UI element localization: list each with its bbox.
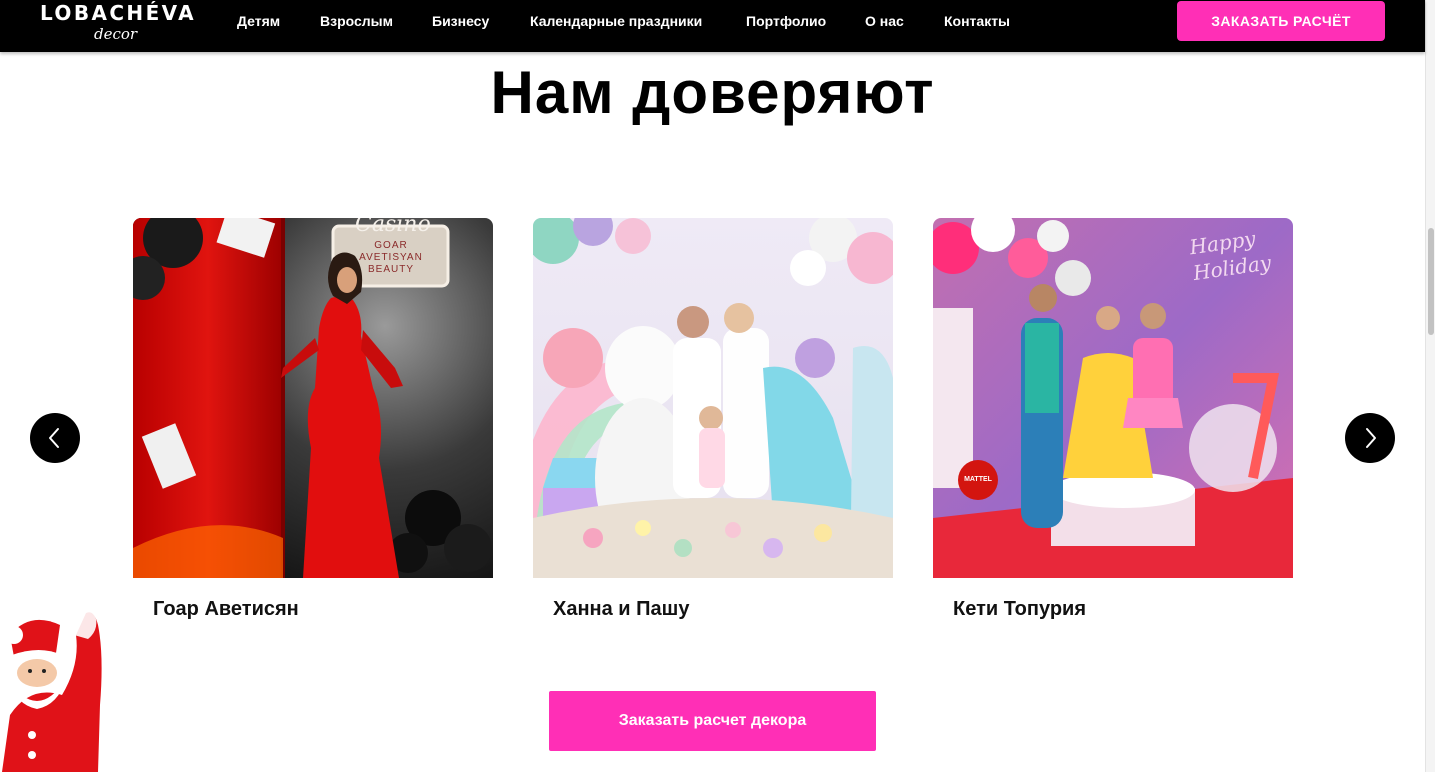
section-title: Нам доверяют: [490, 59, 935, 126]
nav-item-portfolio[interactable]: Портфолио: [746, 13, 826, 29]
photo-unicorn-party: [533, 218, 893, 578]
site-header: LOBACHÉVA decor Детям Взрослым Бизнесу К…: [0, 0, 1425, 52]
nav-item-contacts[interactable]: Контакты: [944, 13, 1010, 29]
logo[interactable]: LOBACHÉVA decor: [40, 0, 194, 48]
logo-subtitle: decor: [94, 25, 138, 43]
nav-item-about[interactable]: О нас: [865, 13, 904, 29]
photo-badge-text: MATTEL: [964, 476, 992, 483]
nav-item-holidays[interactable]: Календарные праздники: [530, 13, 702, 29]
scrollbar-thumb[interactable]: [1428, 228, 1434, 335]
santa-widget[interactable]: [0, 605, 102, 772]
client-card[interactable]: Happy Holiday MATTEL Кети Топурия: [933, 218, 1293, 620]
nav-item-adults[interactable]: Взрослым: [320, 13, 393, 29]
client-photo[interactable]: [533, 218, 893, 578]
nav-item-business[interactable]: Бизнесу: [432, 13, 489, 29]
order-calculation-button[interactable]: ЗАКАЗАТЬ РАСЧЁТ: [1177, 1, 1385, 41]
chevron-right-icon: [1366, 428, 1376, 448]
client-name: Ханна и Пашу: [553, 598, 690, 620]
logo-wordmark: LOBACHÉVA: [40, 1, 197, 25]
client-photo[interactable]: Happy Holiday MATTEL: [933, 218, 1293, 578]
nav-item-kids[interactable]: Детям: [237, 13, 280, 29]
page-scrollbar[interactable]: [1425, 0, 1435, 772]
client-name: Кети Топурия: [953, 598, 1087, 620]
client-card[interactable]: GOAR AVETISYAN BEAUTY Casino Гоар Аветис…: [133, 218, 493, 620]
carousel-next-button[interactable]: [1345, 413, 1395, 463]
santa-icon: [2, 608, 102, 772]
client-name: Гоар Аветисян: [153, 598, 299, 620]
carousel-prev-button[interactable]: [30, 413, 80, 463]
photo-sign-text: GOAR AVETISYAN BEAUTY: [359, 240, 423, 275]
photo-script-text: Casino: [355, 218, 431, 237]
client-card[interactable]: Ханна и Пашу: [533, 218, 893, 620]
order-decor-calculation-button[interactable]: Заказать расчет декора: [549, 691, 876, 751]
client-photo[interactable]: GOAR AVETISYAN BEAUTY Casino: [133, 218, 493, 578]
chevron-left-icon: [49, 428, 59, 448]
